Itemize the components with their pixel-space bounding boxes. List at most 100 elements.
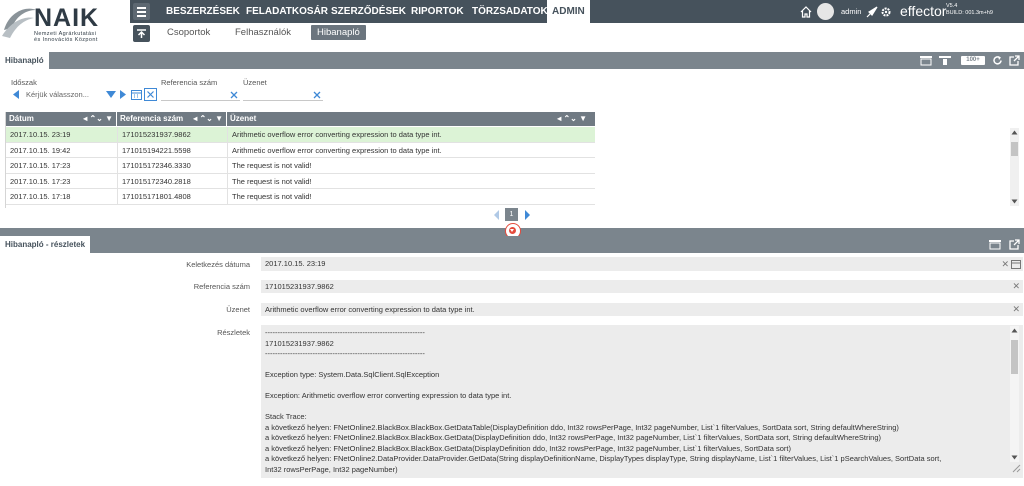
nav-item-riportok[interactable]: RIPORTOK [411, 0, 464, 23]
rocket-icon[interactable] [866, 6, 878, 18]
table-row[interactable]: 2017.10.15. 17:23 171015172346.3330 The … [6, 158, 595, 174]
period-label: Időszak [11, 78, 37, 87]
table-header: Dátum ◂ ⌃⌄ ▼ Referencia szám ◂ ⌃⌄ ▼ Üzen… [6, 112, 595, 126]
cell-reference: 171015171801.4808 [117, 189, 227, 204]
table-row[interactable]: 2017.10.15. 17:23 171015172340.2818 The … [6, 173, 595, 189]
period-clear-icon[interactable] [144, 88, 157, 101]
subnav-item-hibanaplo[interactable]: Hibanapló [311, 25, 366, 40]
message-input[interactable] [243, 88, 323, 101]
gear-icon[interactable] [880, 6, 892, 18]
table-row[interactable]: 2017.10.15. 19:42 171015194221.5598 Arit… [6, 142, 595, 158]
open-external-icon[interactable] [1009, 239, 1020, 250]
details-scrollbar[interactable] [1010, 326, 1019, 462]
column-header-reference-label: Referencia szám [120, 114, 184, 123]
scroll-down-icon[interactable] [1010, 198, 1019, 205]
message-field[interactable]: Arithmetic overflow error converting exp… [261, 303, 1023, 316]
scroll-up-icon[interactable] [1010, 327, 1019, 334]
log-panel-header: Hibanapló 100+ [0, 52, 1024, 69]
details-line [265, 381, 1019, 392]
reference-value: 171015231937.9862 [265, 282, 334, 291]
logo-text: NAIK [34, 4, 100, 32]
cell-message: The request is not valid! [227, 173, 595, 189]
reference-field[interactable]: 171015231937.9862 ✕ [261, 280, 1023, 293]
calendar-icon[interactable] [1011, 259, 1021, 269]
nav-item-admin[interactable]: ADMIN [547, 0, 590, 23]
nav-item-beszerzesek[interactable]: BESZERZÉSEK [166, 0, 240, 23]
table-scrollbar[interactable] [1010, 128, 1019, 206]
sort-filter-controls-icon[interactable]: ◂ ⌃⌄ ▼ [193, 112, 223, 126]
nav-item-szerzodesek[interactable]: SZERZŐDÉSEK [331, 0, 406, 23]
collapse-up-icon[interactable] [133, 25, 150, 42]
column-header-date[interactable]: Dátum ◂ ⌃⌄ ▼ [6, 112, 117, 126]
naik-logo[interactable]: NAIK Nemzeti Agrárkutatási és Innovációs… [0, 0, 130, 46]
page-size-button[interactable]: 100+ [961, 56, 985, 65]
pager-prev-icon[interactable] [493, 210, 501, 220]
cell-date: 2017.10.15. 23:19 [10, 130, 71, 139]
period-prev-icon[interactable] [13, 90, 20, 99]
period-next-icon[interactable] [120, 90, 127, 99]
details-textarea[interactable]: ----------------------------------------… [261, 325, 1023, 478]
details-line: ----------------------------------------… [265, 349, 425, 358]
filter-icon[interactable] [938, 55, 952, 66]
details-line: Exception type: System.Data.SqlClient.Sq… [265, 370, 440, 379]
cell-message: Arithmetic overflow error converting exp… [227, 142, 595, 158]
nav-item-torzsadatok[interactable]: TÖRZSADATOK [472, 0, 548, 23]
subnav-item-csoportok[interactable]: Csoportok [167, 25, 210, 40]
message-clear-icon[interactable]: ✕ [1012, 303, 1020, 316]
cell-date: 2017.10.15. 17:18 [10, 192, 71, 201]
user-name[interactable]: admin [841, 0, 861, 23]
details-scroll-thumb[interactable] [1011, 340, 1018, 374]
cell-reference: 171015231937.9862 [117, 127, 227, 142]
column-header-reference[interactable]: Referencia szám ◂ ⌃⌄ ▼ [117, 112, 227, 126]
pager-next-icon[interactable] [524, 210, 532, 220]
home-icon[interactable] [800, 6, 812, 18]
cell-message: Arithmetic overflow error converting exp… [227, 127, 595, 142]
cell-message: The request is not valid! [227, 158, 595, 173]
sort-filter-controls-icon[interactable]: ◂ ⌃⌄ ▼ [83, 112, 113, 126]
message-value: Arithmetic overflow error converting exp… [265, 305, 475, 314]
reference-clear-icon[interactable] [230, 91, 238, 99]
resize-handle-icon[interactable] [1012, 464, 1021, 473]
details-line: 171015231937.9862 [265, 338, 334, 348]
reference-input[interactable] [161, 88, 240, 101]
cell-date: 2017.10.15. 17:23 [10, 176, 71, 186]
details-label: Részletek [217, 328, 250, 337]
subnav-item-felhasznalok[interactable]: Felhasználók [235, 25, 291, 40]
cell-date: 2017.10.15. 17:23 [10, 161, 71, 170]
reference-label: Referencia szám [193, 282, 250, 291]
build-label: BUILD: 001.3m+h9 [946, 10, 993, 16]
hamburger-menu-icon[interactable] [133, 3, 150, 20]
reference-filter-label: Referencia szám [161, 78, 218, 87]
log-panel-title: Hibanapló [0, 52, 49, 69]
current-page[interactable]: 1 [505, 208, 518, 221]
scroll-down-icon[interactable] [1010, 454, 1019, 461]
avatar[interactable] [817, 3, 834, 20]
created-clear-icon[interactable]: ✕ [1001, 257, 1009, 271]
effector-brand: effector [900, 3, 947, 19]
open-external-icon[interactable] [1009, 55, 1020, 66]
scroll-up-icon[interactable] [1010, 129, 1019, 136]
refresh-icon[interactable] [992, 55, 1003, 66]
nav-item-feladatkosar[interactable]: FELADATKOSÁR [246, 0, 328, 23]
detail-panel-header: Hibanapló - részletek [0, 236, 1024, 253]
column-header-message[interactable]: Üzenet ◂ ⌃⌄ ▼ [227, 112, 595, 126]
message-clear-icon[interactable] [313, 91, 321, 99]
period-select[interactable]: Kérjük válasszon... [23, 88, 103, 101]
reference-clear-icon[interactable]: ✕ [1012, 280, 1020, 293]
sort-filter-controls-icon[interactable]: ◂ ⌃⌄ ▼ [557, 112, 587, 126]
version-info: V5.4 BUILD: 001.3m+h9 [946, 3, 993, 17]
calendar-icon[interactable] [131, 89, 142, 100]
details-line: ----------------------------------------… [265, 328, 425, 337]
panel-layout-icon[interactable] [919, 55, 933, 66]
details-line [265, 360, 1019, 371]
reference-input-field[interactable] [161, 88, 240, 100]
created-field[interactable]: 2017.10.15. 23:19 ✕ [261, 257, 1023, 271]
panel-layout-icon[interactable] [988, 239, 1002, 250]
table-row[interactable]: 2017.10.15. 23:19 171015231937.9862 Arit… [6, 127, 595, 143]
chevron-down-icon[interactable] [106, 91, 116, 98]
table-row[interactable]: 2017.10.15. 17:18 171015171801.4808 The … [6, 189, 595, 205]
version-label: V5.4 [946, 3, 958, 9]
column-header-date-label: Dátum [9, 114, 34, 123]
message-input-field[interactable] [243, 88, 323, 100]
table-scroll-thumb[interactable] [1011, 142, 1018, 156]
